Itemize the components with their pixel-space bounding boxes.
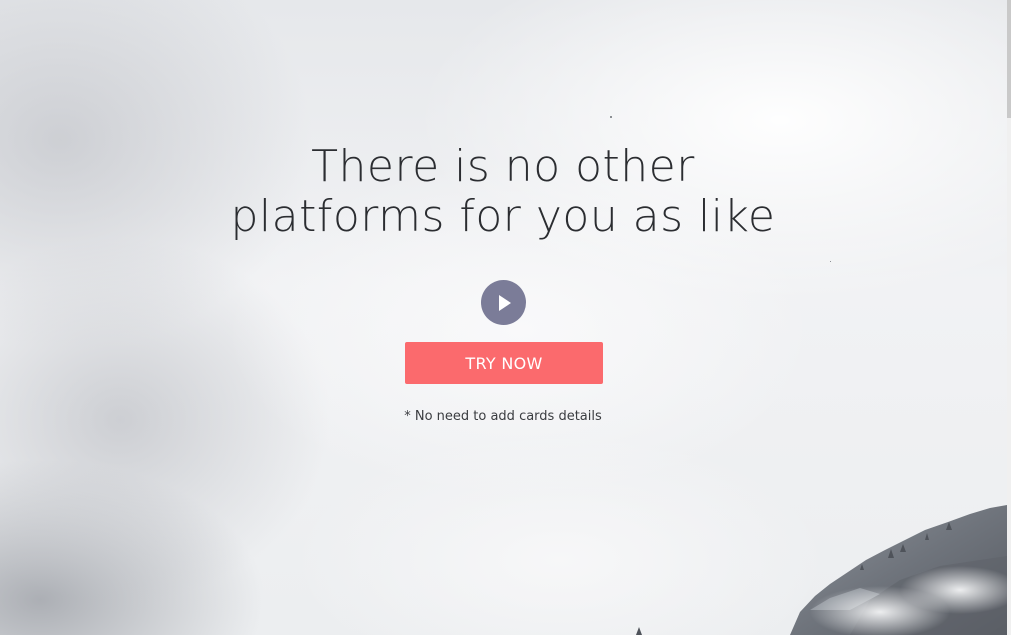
play-video-button[interactable] [481,280,526,325]
scrollbar-thumb[interactable] [1007,0,1011,118]
headline-line-1: There is no other [311,141,695,192]
try-now-button[interactable]: TRY NOW [405,342,603,384]
hero-section: There is no other platforms for you as l… [0,0,1007,635]
hero-headline: There is no other platforms for you as l… [150,142,856,242]
no-card-note: * No need to add cards details [404,409,602,424]
play-icon [499,294,511,311]
headline-line-2: platforms for you as like [230,191,776,242]
page-scrollbar[interactable] [1007,0,1011,635]
